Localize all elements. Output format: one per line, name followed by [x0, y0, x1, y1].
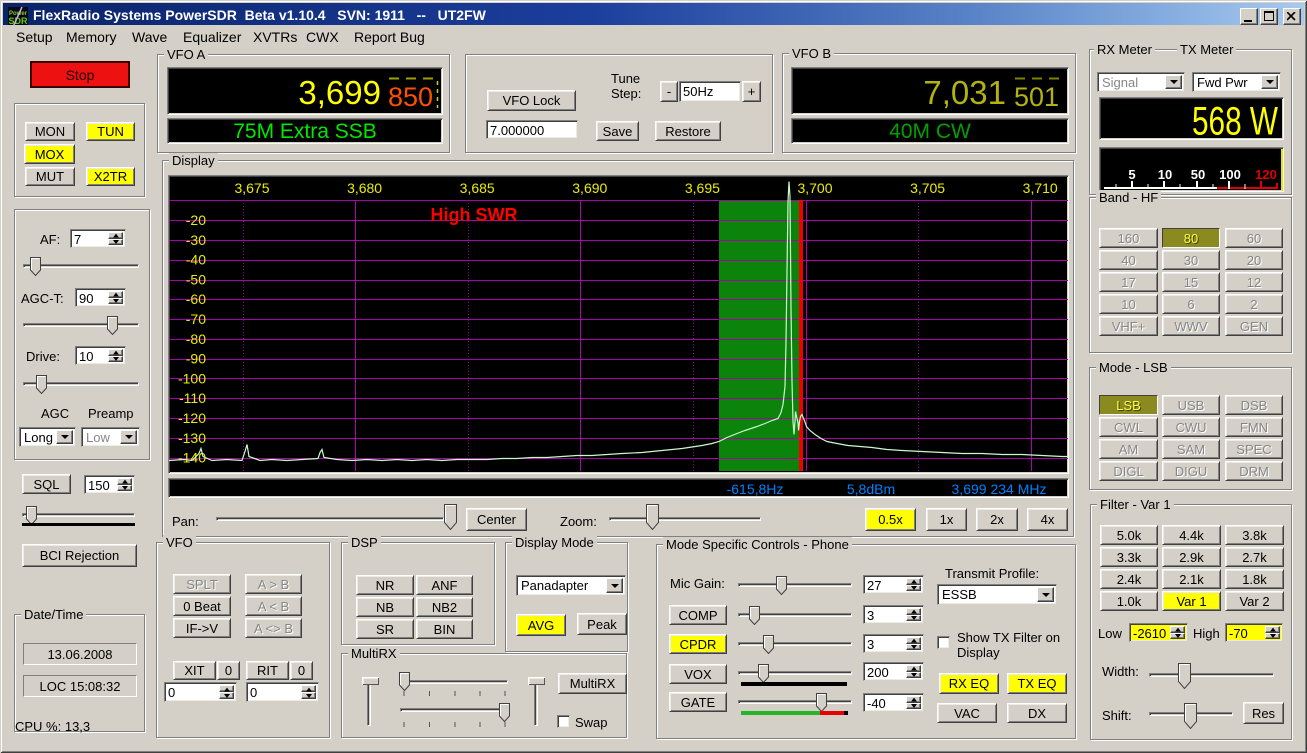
- svg-text:-60: -60: [186, 291, 206, 307]
- svg-text:-40: -40: [186, 252, 206, 268]
- svg-text:-80: -80: [186, 331, 206, 347]
- svg-text:3,680: 3,680: [347, 180, 382, 196]
- svg-text:100: 100: [1219, 167, 1241, 182]
- svg-text:3,700: 3,700: [797, 180, 832, 196]
- svg-text:3,695: 3,695: [685, 180, 720, 196]
- svg-text:-120: -120: [178, 410, 206, 426]
- svg-text:3,705: 3,705: [910, 180, 945, 196]
- svg-text:5: 5: [1128, 167, 1135, 182]
- svg-text:3,710: 3,710: [1023, 180, 1058, 196]
- svg-text:-90: -90: [186, 351, 206, 367]
- svg-text:120: 120: [1255, 167, 1277, 182]
- svg-text:3,675: 3,675: [234, 180, 269, 196]
- svg-text:3,690: 3,690: [572, 180, 607, 196]
- svg-text:-20: -20: [186, 212, 206, 228]
- svg-text:50: 50: [1191, 167, 1205, 182]
- svg-text:-110: -110: [179, 390, 206, 406]
- svg-text:10: 10: [1158, 167, 1172, 182]
- svg-text:-100: -100: [178, 370, 206, 386]
- svg-text:-30: -30: [186, 232, 206, 248]
- svg-text:-50: -50: [186, 271, 206, 287]
- svg-text:-70: -70: [186, 311, 206, 327]
- svg-text:3,699: 3,699: [298, 74, 381, 111]
- svg-text:501: 501: [1014, 82, 1059, 112]
- svg-text:850: 850: [388, 82, 433, 112]
- svg-text:High SWR: High SWR: [431, 205, 518, 225]
- svg-text:-130: -130: [178, 430, 206, 446]
- svg-text:568 W: 568 W: [1192, 100, 1278, 140]
- svg-text:3,685: 3,685: [460, 180, 495, 196]
- svg-text:7,031: 7,031: [923, 74, 1006, 111]
